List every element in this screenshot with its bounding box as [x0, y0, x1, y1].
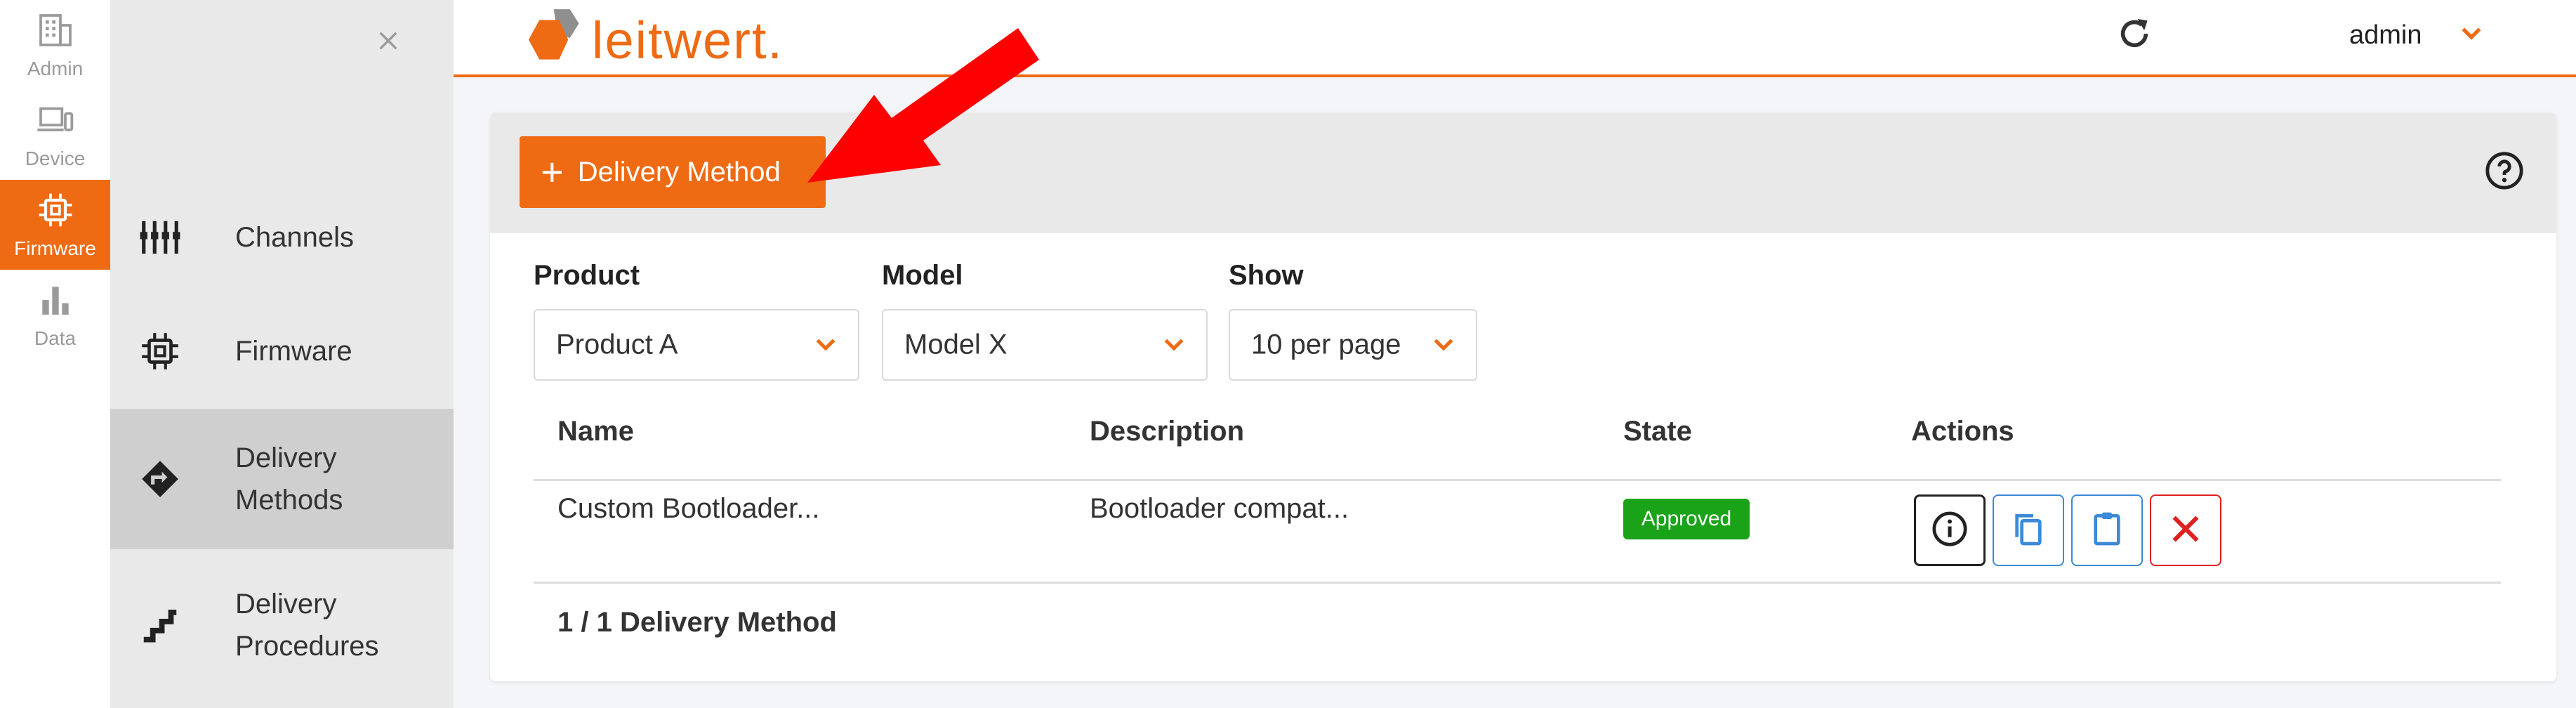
app-root: Admin Device Firmware Data Channels Firm… [0, 0, 2576, 708]
rail-item-label: Data [34, 327, 77, 349]
product-select[interactable]: Product A [534, 309, 859, 381]
info-icon [1930, 509, 1969, 552]
column-header-name[interactable]: Name [557, 416, 634, 447]
status-badge: Approved [1623, 499, 1750, 539]
refresh-icon [2115, 19, 2154, 56]
user-menu[interactable]: admin [2349, 14, 2485, 56]
product-select-value: Product A [556, 329, 678, 360]
route-diamond-icon [138, 457, 182, 501]
subnav-item-label: Delivery Procedures [235, 589, 379, 662]
model-select-value: Model X [904, 329, 1008, 360]
page-size-select-value: 10 per page [1251, 329, 1401, 360]
close-subnav-button[interactable] [367, 21, 409, 63]
firmware-subnav: Channels Firmware Delivery Methods Deliv… [110, 0, 454, 708]
rail-item-label: Firmware [14, 237, 96, 259]
show-filter-label: Show [1229, 260, 1304, 291]
rail-item-admin[interactable]: Admin [0, 0, 110, 90]
model-select[interactable]: Model X [882, 309, 1208, 381]
top-header: leitwert. admin [454, 0, 2576, 77]
rail-item-firmware[interactable]: Firmware [0, 180, 110, 270]
delivery-methods-card: + Delivery Method Product Product A Mode… [490, 112, 2556, 681]
chip-icon [138, 329, 182, 373]
card-toolbar: + Delivery Method [490, 112, 2556, 233]
help-icon [2484, 152, 2525, 194]
subnav-item-delivery-methods[interactable]: Delivery Methods [110, 409, 454, 549]
devices-icon [36, 100, 75, 148]
sliders-icon [138, 216, 182, 259]
column-header-state[interactable]: State [1623, 416, 1692, 447]
rail-item-data[interactable]: Data [0, 270, 110, 360]
delete-x-icon [2166, 509, 2205, 552]
delete-button[interactable] [2150, 494, 2221, 566]
leitwert-logo: leitwert. [510, 6, 784, 70]
user-name: admin [2349, 20, 2422, 50]
table-row-divider [534, 582, 2501, 584]
subnav-item-delivery-procedures[interactable]: Delivery Procedures [110, 555, 454, 695]
red-arrow-annotation [807, 28, 1039, 183]
close-icon [376, 29, 400, 56]
chevron-down-icon [1434, 339, 1453, 351]
chevron-down-icon [816, 339, 835, 351]
plus-icon: + [541, 150, 564, 194]
chevron-down-icon [1164, 339, 1184, 351]
paste-button[interactable] [2071, 494, 2143, 566]
logo-hexagon-icon [528, 9, 579, 60]
steps-icon [138, 603, 182, 647]
refresh-button[interactable] [2115, 14, 2157, 56]
icon-rail: Admin Device Firmware Data [0, 0, 110, 708]
subnav-item-label: Firmware [235, 336, 352, 367]
product-filter-label: Product [534, 260, 640, 291]
duplicate-button[interactable] [1993, 494, 2064, 566]
subnav-item-label: Delivery Methods [235, 442, 343, 516]
table-header-divider [534, 479, 2501, 481]
row-description: Bootloader compat... [1090, 493, 1349, 524]
logo-text: leitwert. [592, 11, 784, 70]
add-delivery-method-label: Delivery Method [577, 156, 781, 188]
building-icon [36, 11, 75, 58]
rail-item-device[interactable]: Device [0, 90, 110, 180]
row-name[interactable]: Custom Bootloader... [557, 493, 820, 525]
chip-icon [36, 190, 75, 237]
bar-chart-icon [36, 280, 75, 327]
subnav-item-firmware[interactable]: Firmware [110, 281, 454, 421]
add-delivery-method-button[interactable]: + Delivery Method [520, 136, 826, 208]
result-count: 1 / 1 Delivery Method [557, 607, 837, 638]
rail-item-label: Admin [27, 57, 84, 79]
subnav-item-label: Channels [235, 222, 355, 253]
rail-item-label: Device [25, 147, 86, 169]
chevron-down-icon [2422, 20, 2485, 51]
column-header-description[interactable]: Description [1090, 416, 1244, 447]
model-filter-label: Model [882, 260, 963, 291]
page-size-select[interactable]: 10 per page [1229, 309, 1477, 381]
column-header-actions: Actions [1911, 416, 2014, 447]
help-button[interactable] [2484, 150, 2526, 192]
copy-icon [2009, 509, 2048, 552]
clipboard-icon [2087, 509, 2127, 552]
details-button[interactable] [1914, 494, 1986, 566]
